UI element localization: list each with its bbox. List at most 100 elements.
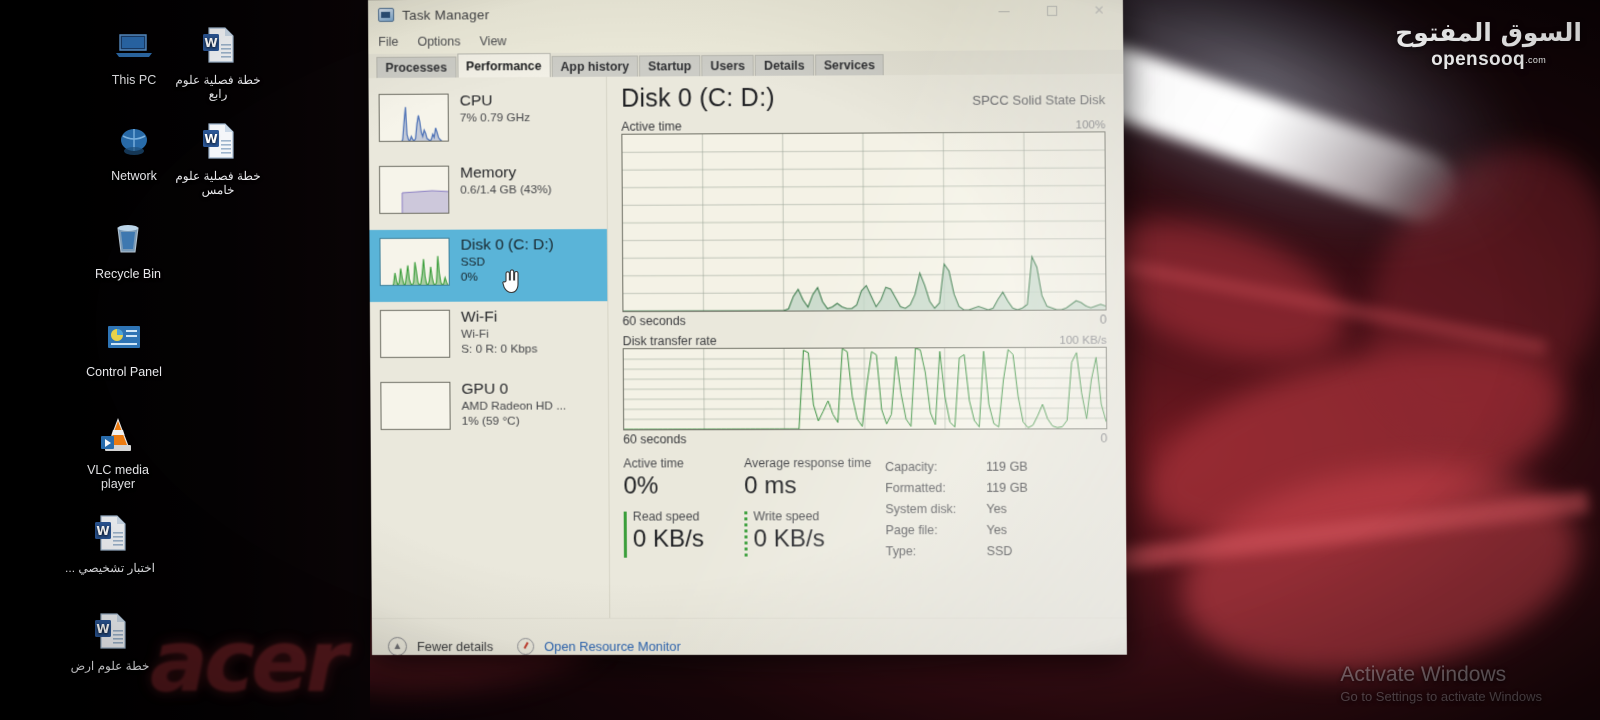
control-panel-icon	[101, 314, 147, 360]
desktop-icon-label: خطة فصلية علوم رابع	[170, 73, 266, 101]
read-speed-value: 0 KB/s	[633, 523, 745, 554]
sidebar-item-gpu-0[interactable]: GPU 0 AMD Radeon HD ... 1% (59 °C)	[370, 373, 608, 446]
desktop-icon[interactable]: Network	[86, 118, 182, 183]
desktop-icon[interactable]: W اختبار تشخيصي ...	[62, 510, 158, 575]
minimize-button[interactable]	[980, 0, 1028, 26]
sidebar-item-label: Memory	[460, 164, 551, 182]
desktop-icon-label: VLC media player	[70, 463, 166, 491]
tab-app-history[interactable]: App history	[551, 55, 638, 77]
sidebar-item-text: Wi-Fi Wi-Fi S: 0 R: 0 Kbps	[461, 307, 538, 355]
task-manager-icon	[378, 8, 394, 22]
tab-details[interactable]: Details	[755, 55, 814, 76]
recycle-bin-icon	[105, 216, 151, 262]
desktop-icon[interactable]: VLC media player	[70, 412, 166, 491]
title-bar[interactable]: Task Manager ✕	[368, 0, 1123, 30]
gpu-flat	[381, 383, 450, 430]
read-speed-legend-bar	[624, 512, 627, 558]
sidebar-item-cpu[interactable]: CPU 7% 0.79 GHz	[369, 85, 607, 158]
desktop-icon[interactable]: Recycle Bin	[80, 216, 176, 281]
tab-startup[interactable]: Startup	[639, 55, 700, 76]
opensooq-watermark: السوق المفتوح opensooq.com	[1395, 18, 1582, 71]
window-body: CPU 7% 0.79 GHz Memory 0.6/1.4 GB (43%) Disk…	[368, 74, 1126, 618]
desktop-icon[interactable]: This PC	[86, 22, 182, 87]
desktop-icon[interactable]: Control Panel	[76, 314, 172, 379]
tab-processes[interactable]: Processes	[376, 57, 456, 78]
cpu-sparkline	[380, 95, 449, 142]
active-time-stat-value: 0%	[623, 470, 744, 501]
word-document-icon: W	[87, 510, 133, 556]
chart-surface	[624, 348, 1107, 430]
sidebar-item-disk-0-c-d[interactable]: Disk 0 (C: D:) SSD 0%	[369, 229, 607, 302]
resource-sidebar[interactable]: CPU 7% 0.79 GHz Memory 0.6/1.4 GB (43%) Disk…	[368, 77, 610, 618]
sidebar-item-sub1: Wi-Fi	[461, 326, 537, 341]
desktop-icon[interactable]: W خطة علوم ارض	[62, 608, 158, 673]
transfer-rate-footer: 60 seconds 0	[623, 431, 1107, 446]
maximize-button[interactable]	[1028, 0, 1076, 26]
detail-value: 119 GB	[986, 456, 1028, 477]
detail-value: 119 GB	[986, 477, 1028, 498]
activate-windows-notice: Activate Windows Go to Settings to activ…	[1340, 662, 1542, 706]
close-button[interactable]: ✕	[1075, 0, 1123, 26]
tab-users[interactable]: Users	[701, 55, 754, 76]
desktop-icon[interactable]: W خطة فصلية علوم رابع	[170, 22, 266, 101]
vlc-icon	[95, 412, 141, 458]
sidebar-item-text: Memory 0.6/1.4 GB (43%)	[460, 163, 552, 197]
window-controls[interactable]: ✕	[980, 0, 1123, 26]
detail-header: Disk 0 (C: D:) SPCC Solid State Disk	[621, 82, 1105, 114]
word-document-icon: W	[195, 22, 241, 68]
open-resource-monitor-link[interactable]: Open Resource Monitor	[544, 639, 681, 654]
sidebar-item-text: Disk 0 (C: D:) SSD 0%	[461, 235, 555, 283]
menu-file[interactable]: File	[378, 35, 398, 49]
detail-value: Yes	[986, 498, 1028, 519]
watermark-tld: .com	[1525, 55, 1546, 65]
stats-left: Active time 0% Average response time 0 m…	[623, 456, 875, 562]
read-speed-label: Read speed	[633, 509, 745, 523]
chart-surface	[622, 132, 1105, 311]
active-time-max: 100%	[1076, 119, 1106, 131]
tab-services[interactable]: Services	[815, 54, 884, 75]
tab-performance[interactable]: Performance	[457, 53, 551, 78]
desktop-icon[interactable]: W خطة فصلية علوم خامس	[170, 118, 266, 197]
resource-monitor-icon[interactable]	[517, 638, 534, 655]
detail-key: Capacity:	[885, 456, 986, 477]
detail-key: Formatted:	[885, 477, 986, 498]
transfer-rate-graph	[623, 347, 1108, 431]
desktop-icon-label: Recycle Bin	[80, 267, 176, 281]
word-document-icon: W	[195, 118, 241, 164]
active-time-min: 0	[1100, 313, 1107, 327]
active-time-stat: Active time 0%	[623, 456, 744, 501]
svg-text:W: W	[96, 622, 109, 636]
acer-brand-logo: acer	[150, 612, 344, 712]
disk-sparkline	[380, 239, 449, 286]
menu-options[interactable]: Options	[417, 34, 460, 48]
detail-row: Capacity: 119 GB	[885, 456, 1028, 477]
menu-view[interactable]: View	[480, 34, 507, 48]
svg-text:W: W	[204, 132, 217, 146]
sidebar-item-sub2: 0%	[461, 269, 554, 284]
chevron-up-icon[interactable]: ▲	[388, 637, 407, 655]
write-speed-value: 0 KB/s	[753, 523, 905, 554]
write-speed-stat: Write speed 0 KB/s	[744, 509, 906, 554]
transfer-rate-label: Disk transfer rate	[623, 334, 717, 348]
detail-row: Page file: Yes	[885, 519, 1028, 540]
active-time-label: Active time	[621, 119, 682, 133]
word-document-icon: W	[87, 608, 133, 654]
fewer-details-button[interactable]: Fewer details	[417, 639, 493, 654]
page-title: Disk 0 (C: D:)	[621, 84, 775, 114]
active-time-timespan: 60 seconds	[622, 314, 685, 328]
watermark-arabic: السوق المفتوح	[1395, 18, 1582, 48]
sidebar-item-sub1: 0.6/1.4 GB (43%)	[460, 182, 551, 197]
desktop-icon-label: Control Panel	[76, 365, 172, 379]
detail-row: Formatted: 119 GB	[885, 477, 1028, 498]
detail-value: Yes	[986, 519, 1028, 540]
watermark-latin-text: opensooq	[1431, 49, 1525, 70]
status-bar[interactable]: ▲ Fewer details Open Resource Monitor	[372, 617, 1127, 655]
sidebar-item-wi-fi[interactable]: Wi-Fi Wi-Fi S: 0 R: 0 Kbps	[370, 301, 608, 374]
task-manager-window[interactable]: Task Manager ✕ File Options View Processes…	[368, 0, 1127, 655]
desktop-icon-label: خطة علوم ارض	[62, 659, 158, 673]
disk-details-table: Capacity: 119 GB Formatted: 119 GB System di…	[885, 456, 1028, 562]
desktop-icon-label: This PC	[86, 73, 182, 87]
sidebar-item-memory[interactable]: Memory 0.6/1.4 GB (43%)	[369, 157, 607, 230]
sidebar-thumbnail	[380, 310, 450, 358]
svg-text:W: W	[96, 524, 109, 538]
